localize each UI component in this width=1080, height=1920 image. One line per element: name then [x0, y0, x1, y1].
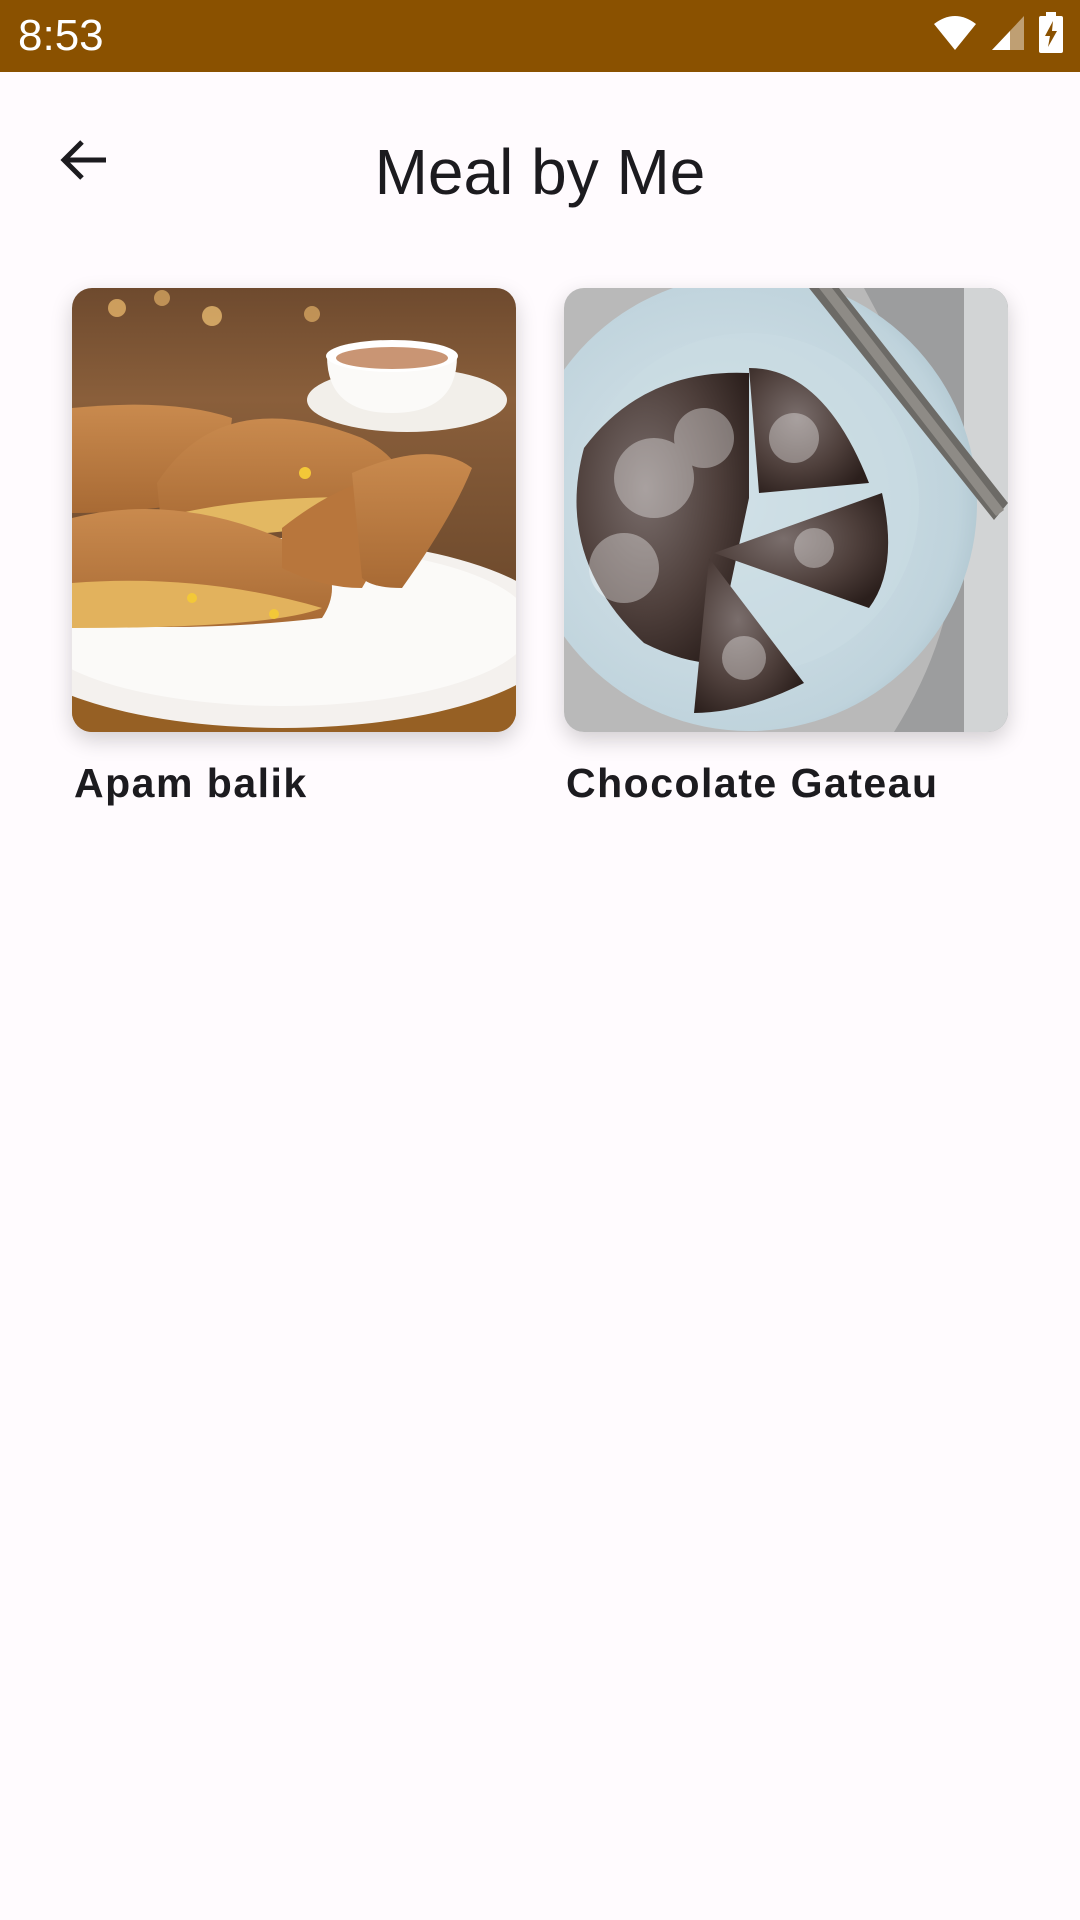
- meal-name: Apam balik: [74, 760, 308, 806]
- chocolate-gateau-photo: [564, 288, 1008, 732]
- signal-icon: [990, 14, 1026, 57]
- meal-name: Chocolate Gateau: [566, 760, 939, 806]
- meal-card-chocolate-gateau[interactable]: Chocolate Gateau: [564, 288, 1008, 807]
- status-time: 8:53: [18, 11, 104, 60]
- status-icons: [932, 11, 1064, 59]
- status-bar: 8:53: [0, 0, 1080, 72]
- battery-charging-icon: [1038, 11, 1064, 59]
- wifi-icon: [932, 14, 978, 57]
- page-title: Meal by Me: [374, 136, 706, 208]
- meal-card-apam-balik[interactable]: Apam balik: [72, 288, 516, 807]
- apam-balik-photo: [72, 288, 516, 732]
- top-app-bar: Meal by Me: [0, 72, 1080, 268]
- meal-grid: Apam balik Chocolate Gateau: [72, 288, 1008, 807]
